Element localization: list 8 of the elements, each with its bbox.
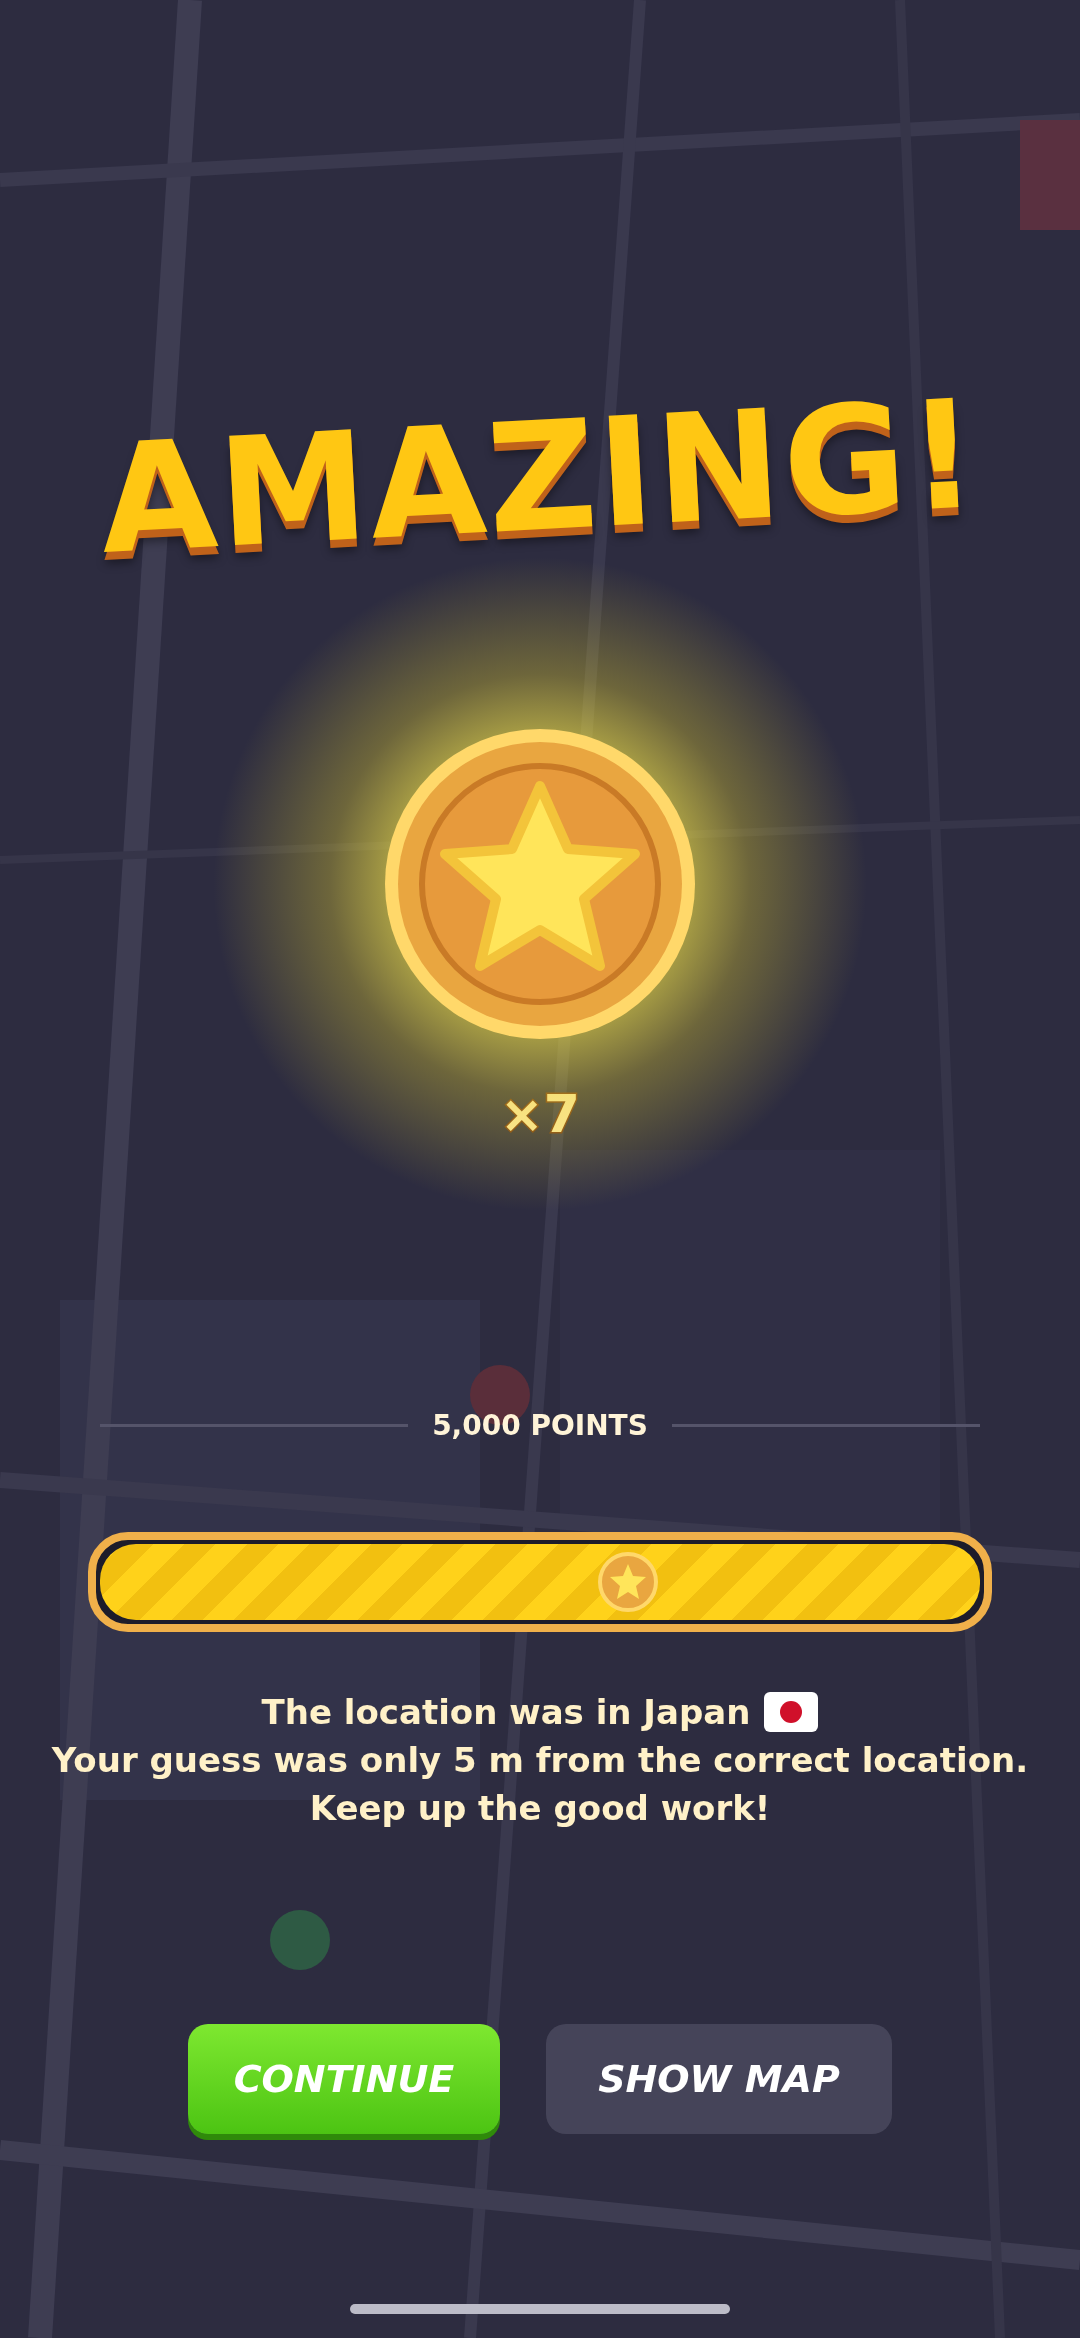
praise-text: Keep up the good work! (309, 1788, 771, 1828)
points-label: 5,000 POINTS (432, 1409, 648, 1442)
distance-text: Your guess was only 5 m from the correct location. (51, 1740, 1029, 1780)
location-text: The location was in Japan (261, 1692, 751, 1732)
show-map-button[interactable]: SHOW MAP (546, 2024, 892, 2134)
title: AMAZING! (96, 367, 984, 587)
flag-icon (764, 1692, 819, 1732)
multiplier: ×7 (500, 1084, 580, 1144)
